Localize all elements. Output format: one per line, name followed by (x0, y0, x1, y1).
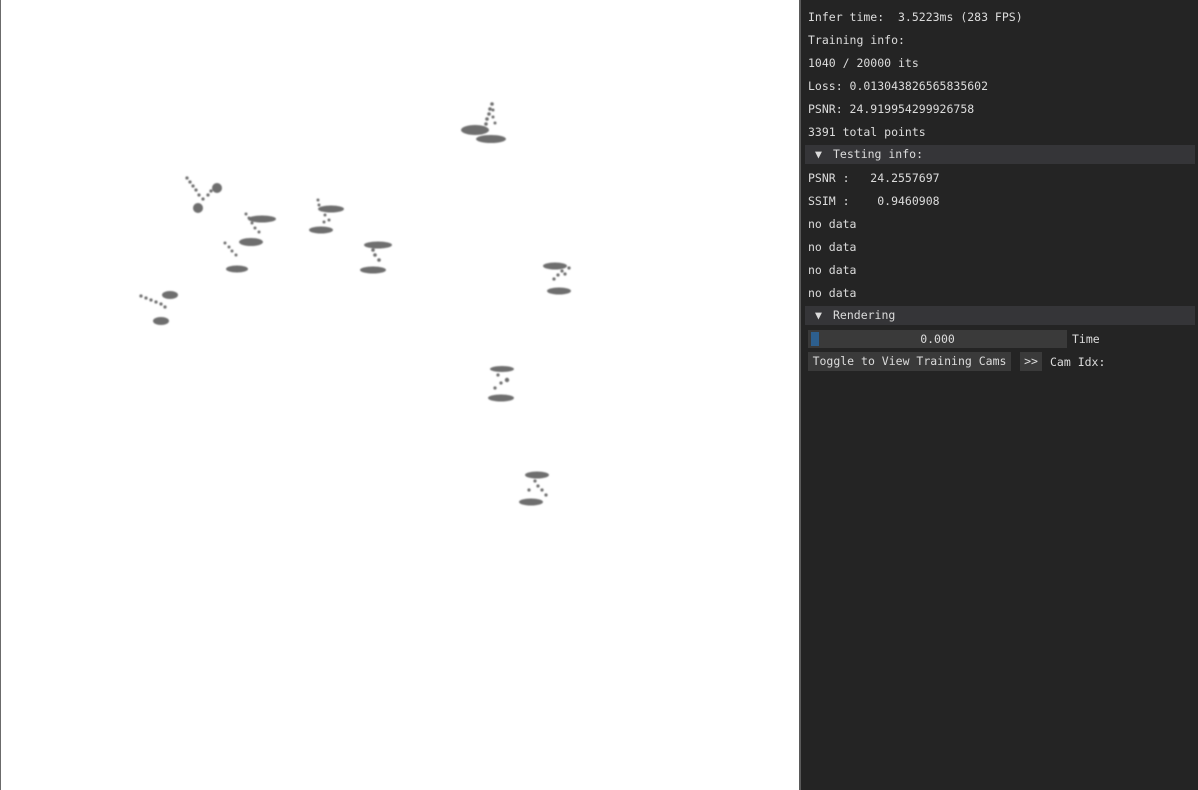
loss-text: Loss: 0.013043826565835602 (808, 79, 989, 93)
splat-cluster-4 (309, 198, 344, 234)
render-viewport[interactable] (0, 0, 799, 790)
splat-cluster-8 (488, 366, 514, 402)
splat-cluster-7 (543, 262, 571, 295)
test-ssim-text: SSIM : 0.9460908 (808, 194, 940, 208)
splat-cluster-1 (461, 102, 506, 143)
collapse-arrow-icon: ▼ (815, 147, 822, 161)
iterations-text: 1040 / 20000 its (808, 56, 919, 70)
info-panel: Infer time: 3.5223ms (283 FPS) Training … (801, 0, 1198, 790)
no-data-text: no data (808, 286, 857, 300)
rendering-header[interactable]: ▼ Rendering (805, 306, 1195, 325)
time-slider[interactable]: 0.000 (808, 330, 1067, 348)
splat-cluster-2 (185, 176, 222, 213)
total-points-text: 3391 total points (808, 125, 926, 139)
no-data-text: no data (808, 263, 857, 277)
train-psnr-text: PSNR: 24.919954299926758 (808, 102, 975, 116)
no-data-text: no data (808, 217, 857, 231)
no-data-text: no data (808, 240, 857, 254)
test-psnr-text: PSNR : 24.2557697 (808, 171, 940, 185)
splat-cluster-3 (223, 212, 276, 273)
time-slider-value: 0.000 (920, 332, 955, 346)
splat-cluster-9 (519, 471, 549, 506)
next-cam-button[interactable]: >> (1020, 352, 1042, 371)
rendering-label: Rendering (833, 308, 896, 322)
infer-time-text: Infer time: 3.5223ms (283 FPS) (808, 10, 1023, 24)
cam-idx-label: Cam Idx: (1050, 355, 1106, 369)
splat-cluster-6 (139, 291, 178, 325)
testing-info-label: Testing info: (833, 147, 924, 161)
testing-info-header[interactable]: ▼ Testing info: (805, 145, 1195, 164)
time-label: Time (1072, 332, 1100, 346)
splat-cluster-5 (360, 241, 392, 274)
toggle-training-cams-button[interactable]: Toggle to View Training Cams (808, 352, 1011, 371)
training-info-label: Training info: (808, 33, 905, 47)
point-cloud-render (139, 102, 571, 506)
collapse-arrow-icon: ▼ (815, 308, 822, 322)
